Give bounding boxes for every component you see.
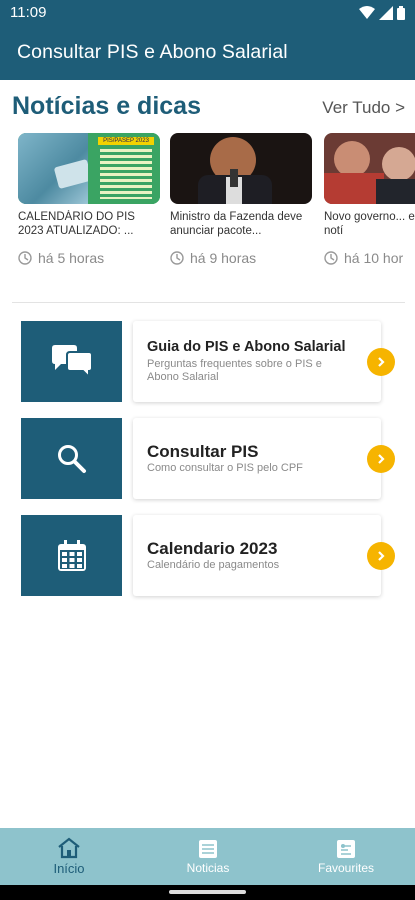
news-thumbnail <box>170 133 312 204</box>
menu-item-calendar[interactable]: Calendario 2023 Calendário de pagamentos <box>21 515 395 597</box>
signal-icon <box>379 6 393 20</box>
nav-label: Início <box>53 861 85 876</box>
menu-subtitle: Perguntas frequentes sobre o PIS e Abono… <box>147 358 322 383</box>
news-thumbnail <box>324 133 415 204</box>
status-bar: 11:09 <box>0 0 415 26</box>
favourites-icon <box>337 839 355 858</box>
section-divider <box>12 302 405 303</box>
menu-card[interactable]: Guia do PIS e Abono Salarial Perguntas f… <box>133 321 381 402</box>
menu-subtitle: Como consultar o PIS pelo CPF <box>147 462 303 474</box>
news-card[interactable]: Ministro da Fazenda deve anunciar pacote… <box>170 133 312 266</box>
thumb-label: PIS/PASEP 2023 <box>98 137 154 145</box>
news-card[interactable]: PIS/PASEP 2023 CALENDÁRIO DO PIS 2023 AT… <box>18 133 160 266</box>
news-time: há 10 hor <box>324 250 415 266</box>
menu-title: Guia do PIS e Abono Salarial <box>147 339 346 355</box>
status-icons <box>359 6 405 20</box>
chat-icon <box>51 344 93 379</box>
news-icon <box>199 839 217 858</box>
system-nav-bar <box>0 885 415 900</box>
menu-icon-box <box>21 515 122 596</box>
news-time: há 9 horas <box>170 250 312 266</box>
menu-title: Calendario 2023 <box>147 539 278 558</box>
chevron-right-icon[interactable] <box>367 348 395 376</box>
clock-icon <box>324 251 338 265</box>
status-time: 11:09 <box>10 4 47 21</box>
search-icon <box>57 444 86 473</box>
app-bar: Consultar PIS e Abono Salarial <box>0 26 415 80</box>
menu-item-guide[interactable]: Guia do PIS e Abono Salarial Perguntas f… <box>21 321 395 403</box>
menu-icon-box <box>21 418 122 499</box>
menu-icon-box <box>21 321 122 402</box>
menu-card[interactable]: Consultar PIS Como consultar o PIS pelo … <box>133 418 381 499</box>
menu-title: Consultar PIS <box>147 442 259 461</box>
news-time-text: há 5 horas <box>38 250 105 266</box>
nav-item-inicio[interactable]: Início <box>30 828 108 885</box>
chevron-right-icon[interactable] <box>367 445 395 473</box>
home-gesture-bar[interactable] <box>169 890 246 894</box>
chevron-right-icon[interactable] <box>367 542 395 570</box>
nav-item-favourites[interactable]: Favourites <box>308 828 384 885</box>
clock-icon <box>170 251 184 265</box>
news-time-text: há 9 horas <box>190 250 257 266</box>
news-carousel[interactable]: PIS/PASEP 2023 CALENDÁRIO DO PIS 2023 AT… <box>0 133 415 278</box>
see-all-link[interactable]: Ver Tudo > <box>322 98 405 118</box>
menu-item-consult[interactable]: Consultar PIS Como consultar o PIS pelo … <box>21 418 395 500</box>
news-header: Notícias e dicas Ver Tudo > <box>12 92 407 126</box>
news-headline: Novo governo... excelente notí <box>324 211 415 237</box>
news-section-title: Notícias e dicas <box>12 92 201 120</box>
nav-label: Noticias <box>186 860 230 875</box>
clock-icon <box>18 251 32 265</box>
news-headline: CALENDÁRIO DO PIS 2023 ATUALIZADO: ... <box>18 211 135 237</box>
bottom-nav: Início Noticias Favourites <box>0 828 415 885</box>
news-headline: Ministro da Fazenda deve anunciar pacote… <box>170 211 303 237</box>
home-icon <box>58 837 80 859</box>
menu-card[interactable]: Calendario 2023 Calendário de pagamentos <box>133 515 381 596</box>
news-time: há 5 horas <box>18 250 160 266</box>
news-thumbnail: PIS/PASEP 2023 <box>18 133 160 204</box>
news-card[interactable]: Novo governo... excelente notí há 10 hor <box>324 133 415 266</box>
nav-label: Favourites <box>317 860 375 875</box>
menu-subtitle: Calendário de pagamentos <box>147 559 280 571</box>
battery-icon <box>397 6 405 20</box>
calendar-icon <box>57 539 86 571</box>
nav-item-noticias[interactable]: Noticias <box>168 828 248 885</box>
wifi-icon <box>359 6 375 19</box>
app-title: Consultar PIS e Abono Salarial <box>17 41 288 63</box>
news-time-text: há 10 hor <box>344 250 404 266</box>
